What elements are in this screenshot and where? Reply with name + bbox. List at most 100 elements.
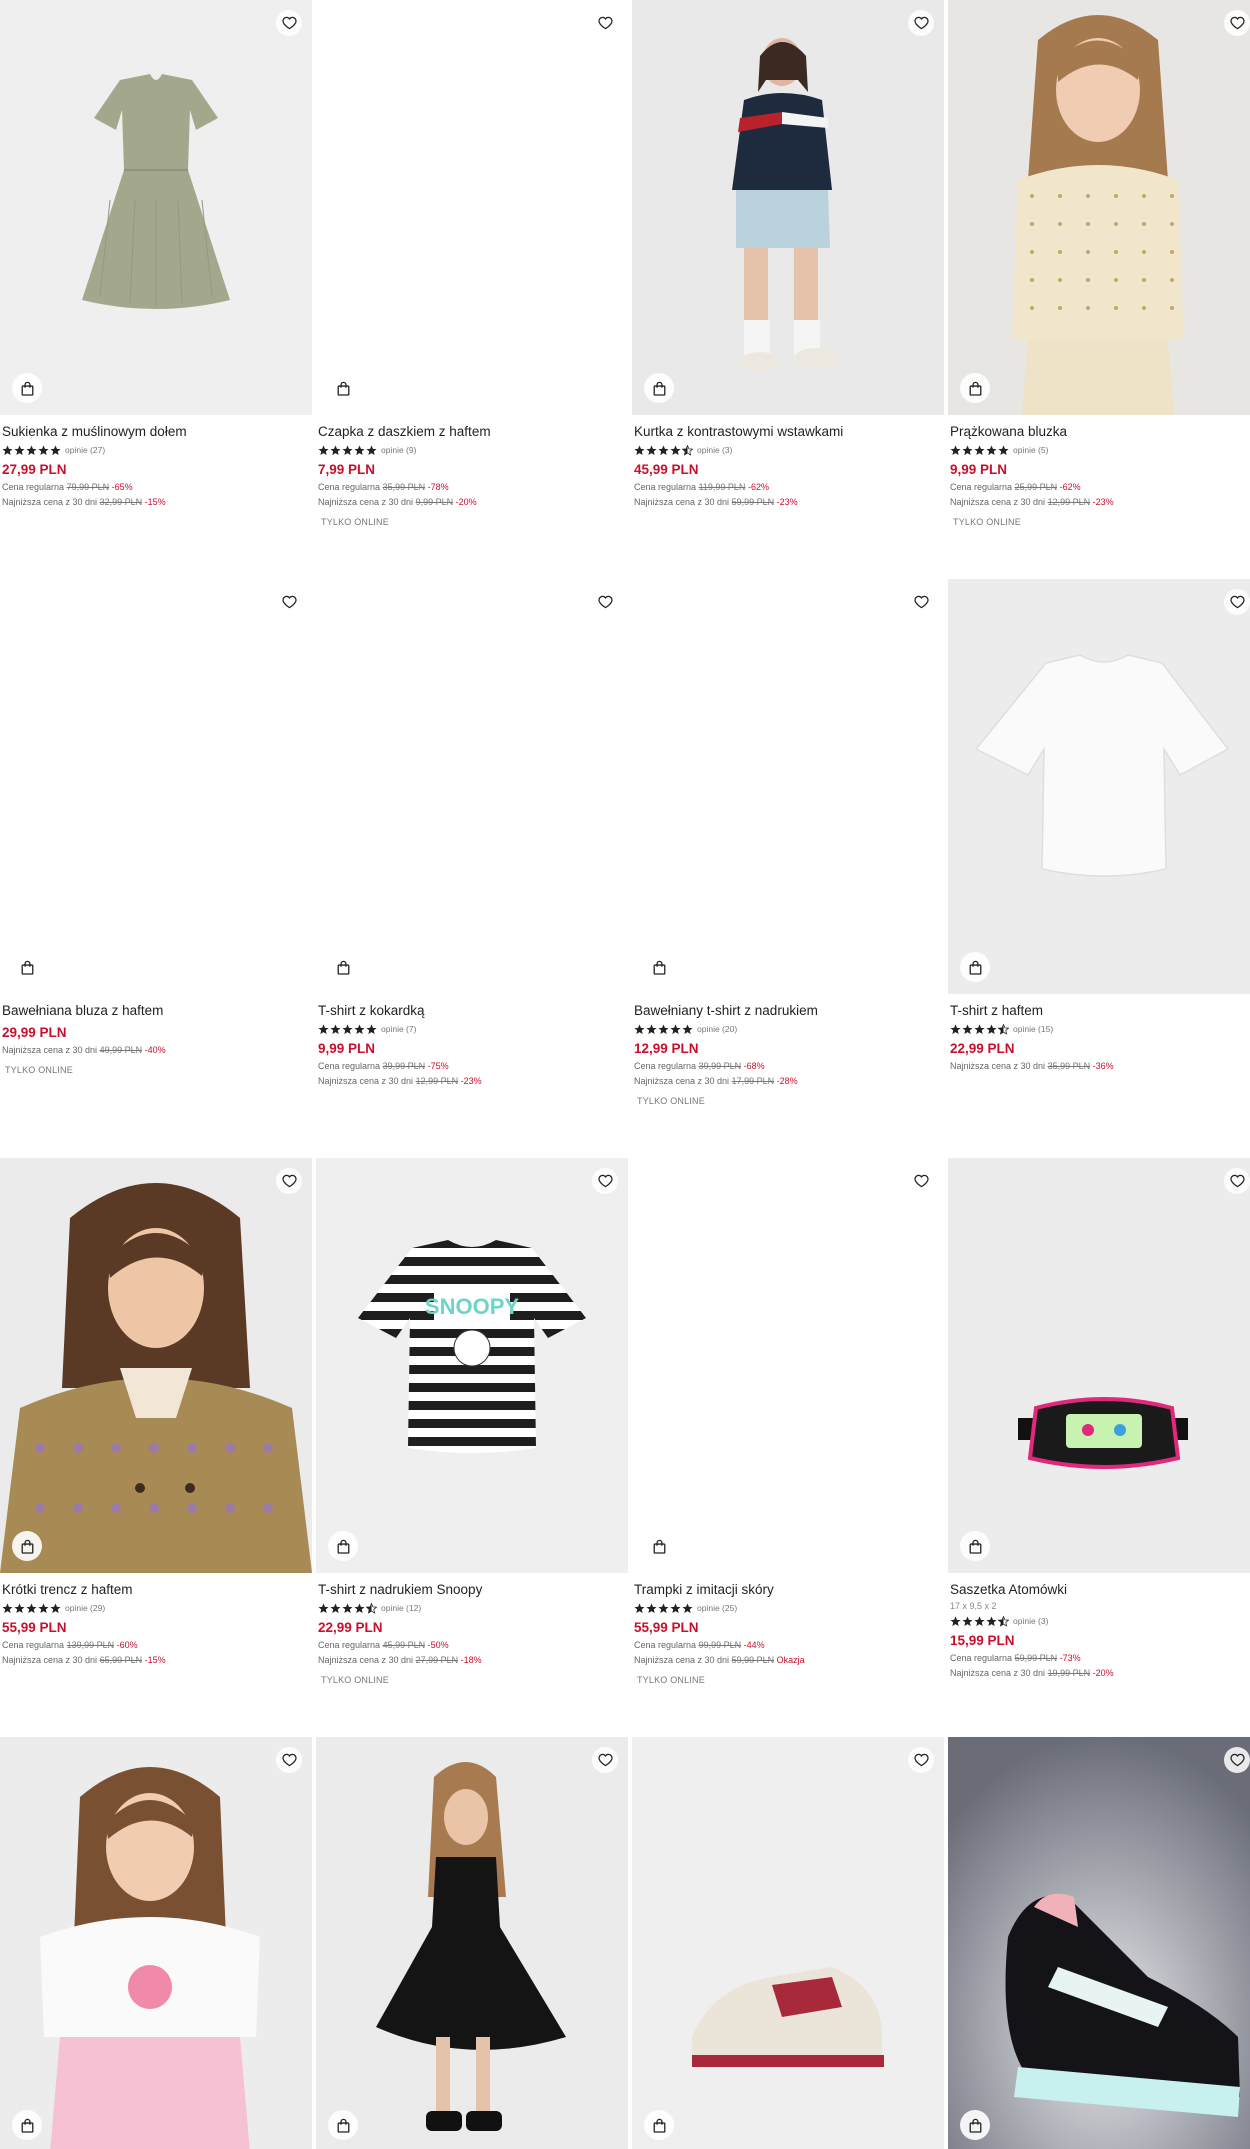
product-info: Sukienka z muślinowym dołem opinie (27) 2… <box>0 415 314 508</box>
rating[interactable]: opinie (12) <box>318 1602 630 1614</box>
add-to-bag-icon[interactable] <box>644 2110 674 2140</box>
product-name[interactable]: T-shirt z nadrukiem Snoopy <box>318 1582 630 1598</box>
product-photo-olive-dress <box>0 0 312 415</box>
product-name[interactable]: Krótki trencz z haftem <box>2 1582 314 1598</box>
add-to-bag-icon[interactable] <box>328 373 358 403</box>
favorite-heart-icon[interactable] <box>592 1168 618 1194</box>
product-image[interactable] <box>948 579 1250 994</box>
product-card[interactable]: Bawełniana bluza z haftem 29,99 PLN Najni… <box>0 579 314 1075</box>
add-to-bag-icon[interactable] <box>644 373 674 403</box>
product-image[interactable] <box>316 1737 628 2149</box>
lowest-price-old: 19,99 PLN <box>1047 1668 1091 1678</box>
add-to-bag-icon[interactable] <box>960 1531 990 1561</box>
add-to-bag-icon[interactable] <box>12 952 42 982</box>
favorite-heart-icon[interactable] <box>592 1747 618 1773</box>
favorite-heart-icon[interactable] <box>908 1747 934 1773</box>
add-to-bag-icon[interactable] <box>12 2110 42 2140</box>
lowest-price-discount: -20% <box>455 497 477 507</box>
favorite-heart-icon[interactable] <box>276 10 302 36</box>
product-card[interactable]: Trampki z imitacji skóry opinie (25) 55,9… <box>632 1158 946 1685</box>
favorite-heart-icon[interactable] <box>592 10 618 36</box>
rating[interactable]: opinie (20) <box>634 1023 946 1035</box>
current-price: 9,99 PLN <box>318 1041 376 1056</box>
product-card[interactable]: SNOOPY T-shirt z nadrukiem Snoopy opinie… <box>316 1158 630 1685</box>
product-image[interactable] <box>632 1158 944 1573</box>
add-to-bag-icon[interactable] <box>960 373 990 403</box>
current-price: 27,99 PLN <box>2 462 67 477</box>
favorite-heart-icon[interactable] <box>1224 1747 1250 1773</box>
lowest-price-label: Najniższa cena z 30 dni <box>318 1655 414 1665</box>
product-image[interactable] <box>316 0 628 415</box>
product-name[interactable]: Czapka z daszkiem z haftem <box>318 424 630 440</box>
product-image[interactable] <box>948 0 1250 415</box>
product-name[interactable]: Sukienka z muślinowym dołem <box>2 424 314 440</box>
favorite-heart-icon[interactable] <box>908 10 934 36</box>
product-info: Kurtka z kontrastowymi wstawkami opinie … <box>632 415 946 508</box>
product-card[interactable]: T-shirt z haftem opinie (15) 22,99 PLN Na… <box>948 579 1250 1072</box>
add-to-bag-icon[interactable] <box>12 1531 42 1561</box>
svg-text:SNOOPY: SNOOPY <box>425 1294 519 1319</box>
product-card[interactable]: Kurtka z kontrastowymi wstawkami opinie … <box>632 0 946 508</box>
rating[interactable]: opinie (9) <box>318 444 630 456</box>
product-image[interactable] <box>0 579 312 994</box>
product-name[interactable]: Bawełniany t-shirt z nadrukiem <box>634 1003 946 1019</box>
add-to-bag-icon[interactable] <box>328 2110 358 2140</box>
add-to-bag-icon[interactable] <box>960 2110 990 2140</box>
rating[interactable]: opinie (3) <box>634 444 946 456</box>
product-image[interactable] <box>316 579 628 994</box>
product-card[interactable] <box>0 1737 314 2149</box>
rating[interactable]: opinie (5) <box>950 444 1250 456</box>
favorite-heart-icon[interactable] <box>276 589 302 615</box>
product-card[interactable]: T-shirt z kokardką opinie (7) 9,99 PLN Ce… <box>316 579 630 1087</box>
favorite-heart-icon[interactable] <box>908 1168 934 1194</box>
product-name[interactable]: T-shirt z haftem <box>950 1003 1250 1019</box>
favorite-heart-icon[interactable] <box>908 589 934 615</box>
add-to-bag-icon[interactable] <box>644 952 674 982</box>
product-name[interactable]: Prążkowana bluzka <box>950 424 1250 440</box>
product-image[interactable] <box>632 1737 944 2149</box>
rating[interactable]: opinie (25) <box>634 1602 946 1614</box>
lowest-price-line: Najniższa cena z 30 dni 65,99 PLN -15% <box>2 1655 314 1666</box>
favorite-heart-icon[interactable] <box>276 1747 302 1773</box>
product-card[interactable]: Krótki trencz z haftem opinie (29) 55,99 … <box>0 1158 314 1666</box>
product-card[interactable]: Saszetka Atomówki 17 x 9,5 x 2 opinie (3)… <box>948 1158 1250 1679</box>
online-only-badge: TYLKO ONLINE <box>5 1065 73 1075</box>
product-name[interactable]: Kurtka z kontrastowymi wstawkami <box>634 424 946 440</box>
product-card[interactable] <box>948 1737 1250 2149</box>
add-to-bag-icon[interactable] <box>644 1531 674 1561</box>
product-name[interactable]: Saszetka Atomówki <box>950 1582 1250 1598</box>
add-to-bag-icon[interactable] <box>960 952 990 982</box>
favorite-heart-icon[interactable] <box>1224 1168 1250 1194</box>
product-photo-placeholder <box>316 0 628 415</box>
product-image[interactable] <box>0 1737 312 2149</box>
product-card[interactable] <box>316 1737 630 2149</box>
rating[interactable]: opinie (27) <box>2 444 314 456</box>
rating[interactable]: opinie (7) <box>318 1023 630 1035</box>
review-count: opinie (3) <box>1013 1616 1049 1626</box>
product-card[interactable]: Prążkowana bluzka opinie (5) 9,99 PLN Cen… <box>948 0 1250 527</box>
product-image[interactable] <box>632 579 944 994</box>
product-card[interactable]: Czapka z daszkiem z haftem opinie (9) 7,9… <box>316 0 630 527</box>
product-name[interactable]: Trampki z imitacji skóry <box>634 1582 946 1598</box>
product-card[interactable] <box>632 1737 946 2149</box>
favorite-heart-icon[interactable] <box>1224 10 1250 36</box>
rating[interactable]: opinie (29) <box>2 1602 314 1614</box>
product-card[interactable]: Bawełniany t-shirt z nadrukiem opinie (2… <box>632 579 946 1106</box>
product-image[interactable] <box>948 1737 1250 2149</box>
rating[interactable]: opinie (3) <box>950 1615 1250 1627</box>
product-name[interactable]: T-shirt z kokardką <box>318 1003 630 1019</box>
add-to-bag-icon[interactable] <box>328 1531 358 1561</box>
product-image[interactable] <box>0 1158 312 1573</box>
product-image[interactable] <box>0 0 312 415</box>
add-to-bag-icon[interactable] <box>12 373 42 403</box>
favorite-heart-icon[interactable] <box>1224 589 1250 615</box>
rating[interactable]: opinie (15) <box>950 1023 1250 1035</box>
product-image[interactable]: SNOOPY <box>316 1158 628 1573</box>
favorite-heart-icon[interactable] <box>592 589 618 615</box>
add-to-bag-icon[interactable] <box>328 952 358 982</box>
product-card[interactable]: Sukienka z muślinowym dołem opinie (27) 2… <box>0 0 314 508</box>
favorite-heart-icon[interactable] <box>276 1168 302 1194</box>
product-image[interactable] <box>948 1158 1250 1573</box>
product-image[interactable] <box>632 0 944 415</box>
product-name[interactable]: Bawełniana bluza z haftem <box>2 1003 314 1019</box>
